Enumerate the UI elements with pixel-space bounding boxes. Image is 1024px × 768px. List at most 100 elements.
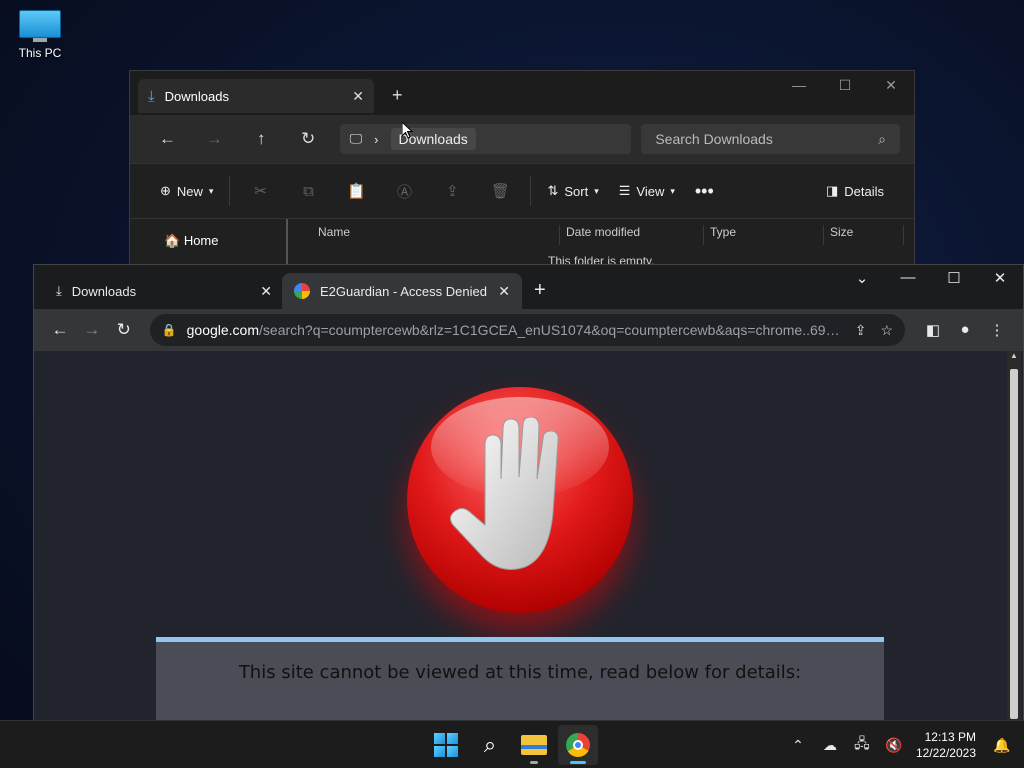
tab-e2guardian[interactable]: E2Guardian - Access Denied ✕ [282,273,522,309]
minimize-button[interactable]: — [776,77,822,94]
cut-icon[interactable]: ✂ [236,182,284,200]
search-button[interactable]: ⌕ [470,725,510,765]
tab-downloads[interactable]: ⤓ Downloads ✕ [44,273,284,309]
file-explorer-taskbar-button[interactable] [514,725,554,765]
scroll-up-arrow-icon[interactable]: ▲ [1007,351,1021,360]
plus-circle-icon: ⊕ [160,183,171,198]
chrome-window-controls: ⌄ — ☐ ✕ [839,269,1023,287]
explorer-address-bar[interactable]: 🖵 › Downloads [339,124,632,154]
explorer-navbar: ← → ↑ ↻ 🖵 › Downloads Search Downloads ⌕ [130,115,914,163]
url-path: /search?q=coumptercewb&rlz=1C1GCEA_enUS1… [259,322,841,338]
explorer-window-controls: — ☐ ✕ [776,77,914,94]
download-icon: ⤓ [148,87,155,105]
column-date-modified[interactable]: Date modified [560,225,704,245]
search-icon: ⌕ [483,732,497,757]
forward-arrow-icon[interactable]: → [76,320,108,340]
up-arrow-icon[interactable]: ↑ [238,129,285,149]
details-label: Details [844,183,884,199]
share-icon[interactable]: ⇪ [855,322,867,339]
close-tab-icon[interactable]: ✕ [260,283,272,300]
chrome-toolbar: ← → ↻ 🔒 google.com /search?q=coumptercew… [34,309,1023,351]
view-button[interactable]: ☰ View ▾ [609,183,685,199]
search-placeholder: Search Downloads [655,131,773,147]
paste-icon[interactable]: 📋 [332,182,380,200]
chevron-up-icon[interactable]: ⌃ [782,737,814,754]
column-size[interactable]: Size [824,225,904,245]
sidebar-item-home[interactable]: 🏠 Home [130,219,288,269]
side-panel-icon[interactable]: ◧ [917,321,949,339]
monitor-icon [19,10,61,42]
chrome-tabstrip: ⤓ Downloads ✕ E2Guardian - Access Denied… [34,265,1023,309]
maximize-button[interactable]: ☐ [931,269,977,287]
back-arrow-icon[interactable]: ← [144,129,191,149]
chevron-down-icon: ▾ [208,185,214,196]
taskbar-apps: ⌕ [426,725,598,765]
url-host: google.com [186,322,260,338]
system-tray: ⌃ ☁ 🖧 🔇 12:13 PM 12/22/2023 🔔 [782,721,1024,768]
chrome-window: ⤓ Downloads ✕ E2Guardian - Access Denied… [33,264,1024,721]
tab-search-icon[interactable]: ⌄ [839,269,885,287]
chevron-right-icon: › [374,131,379,147]
folder-icon [521,735,547,755]
rename-icon[interactable]: Ⓐ [380,181,428,202]
reload-icon[interactable]: ↻ [108,320,140,340]
this-pc-desktop-icon[interactable]: This PC [12,10,68,60]
sort-label: Sort [564,183,589,199]
network-icon[interactable]: 🖧 [846,733,878,757]
maximize-button[interactable]: ☐ [822,77,868,94]
close-tab-icon[interactable]: ✕ [352,88,364,105]
menu-kebab-icon[interactable]: ⋮ [981,321,1013,339]
chrome-right-actions: ◧ ● ⋮ [917,321,1013,339]
scrollbar-thumb[interactable] [1010,369,1018,719]
column-name[interactable]: Name [288,225,560,245]
access-denied-message-box: This site cannot be viewed at this time,… [156,637,884,721]
stop-hand-icon [407,387,633,613]
access-denied-message: This site cannot be viewed at this time,… [238,662,802,683]
new-tab-button[interactable]: + [392,85,403,106]
google-icon [294,283,310,299]
refresh-icon[interactable]: ↻ [285,129,332,149]
clock[interactable]: 12:13 PM 12/22/2023 [916,729,976,761]
chrome-icon [566,733,590,757]
page-scrollbar[interactable]: ▲ [1007,351,1021,721]
profile-icon[interactable]: ● [949,321,981,339]
forward-arrow-icon[interactable]: → [191,129,238,149]
cloud-offline-icon[interactable]: ☁ [814,737,846,754]
new-tab-button[interactable]: + [534,279,546,302]
mouse-cursor-icon [402,122,414,139]
explorer-search-input[interactable]: Search Downloads ⌕ [641,124,900,154]
share-icon[interactable]: ⇪ [428,182,476,200]
details-pane-icon: ◨ [825,183,839,198]
explorer-command-bar: ⊕ New ▾ ✂ ⧉ 📋 Ⓐ ⇪ 🗑 ⇅ Sort ▾ ☰ View ▾ ••… [130,163,914,219]
back-arrow-icon[interactable]: ← [44,320,76,340]
chevron-down-icon: ▾ [670,185,675,196]
computer-icon: 🖵 [349,131,363,146]
new-button[interactable]: ⊕ New ▾ [150,183,223,199]
address-bar[interactable]: 🔒 google.com /search?q=coumptercewb&rlz=… [149,314,906,346]
explorer-titlebar: ⤓ Downloads ✕ + — ☐ ✕ [130,71,914,115]
view-icon: ☰ [618,183,631,198]
chrome-taskbar-button[interactable] [558,725,598,765]
close-button[interactable]: ✕ [977,269,1023,287]
minimize-button[interactable]: — [885,269,931,287]
delete-icon[interactable]: 🗑 [476,182,524,200]
details-button[interactable]: ◨ Details [816,183,894,199]
volume-muted-icon[interactable]: 🔇 [878,737,910,754]
start-button[interactable] [426,725,466,765]
column-type[interactable]: Type [704,225,824,245]
view-label: View [636,183,665,199]
clock-time: 12:13 PM [924,730,976,744]
sort-button[interactable]: ⇅ Sort ▾ [537,183,608,199]
search-icon: ⌕ [878,130,886,147]
close-button[interactable]: ✕ [868,77,914,94]
explorer-tab-downloads[interactable]: ⤓ Downloads ✕ [138,79,374,113]
page-content: This site cannot be viewed at this time,… [34,351,1023,721]
bookmark-star-icon[interactable]: ☆ [880,322,893,339]
lock-icon[interactable]: 🔒 [162,323,177,337]
tab-downloads-label: Downloads [71,283,137,299]
sort-icon: ⇅ [547,183,559,198]
more-options-icon[interactable]: ••• [685,181,724,202]
close-tab-icon[interactable]: ✕ [498,283,510,300]
notification-bell-icon[interactable]: 🔔 [986,737,1018,754]
copy-icon[interactable]: ⧉ [284,183,332,200]
